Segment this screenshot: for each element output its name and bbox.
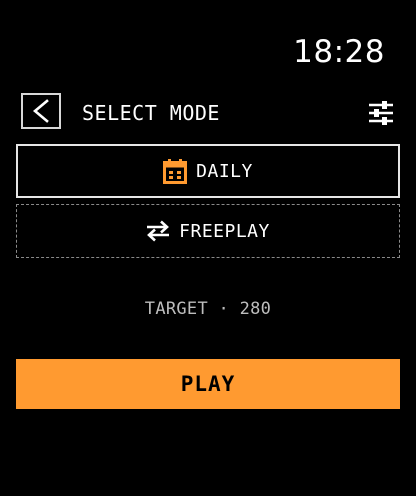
swap-arrows-icon xyxy=(147,220,170,242)
target-score: TARGET · 280 xyxy=(144,299,272,319)
settings-button[interactable] xyxy=(367,99,395,127)
mode-option-daily[interactable]: DAILY xyxy=(16,144,400,198)
mode-option-freeplay[interactable]: FREEPLAY xyxy=(16,204,400,258)
mode-option-label: FREEPLAY xyxy=(179,220,270,242)
status-time: 18:28 xyxy=(293,34,385,70)
header: SELECT MODE xyxy=(21,93,395,133)
calendar-icon xyxy=(163,158,188,184)
back-button[interactable] xyxy=(21,93,61,129)
mode-option-label: DAILY xyxy=(196,160,253,182)
page-title: SELECT MODE xyxy=(82,101,220,125)
play-button[interactable]: PLAY xyxy=(16,359,400,409)
chevron-left-icon xyxy=(32,99,49,123)
sliders-icon xyxy=(369,101,393,125)
